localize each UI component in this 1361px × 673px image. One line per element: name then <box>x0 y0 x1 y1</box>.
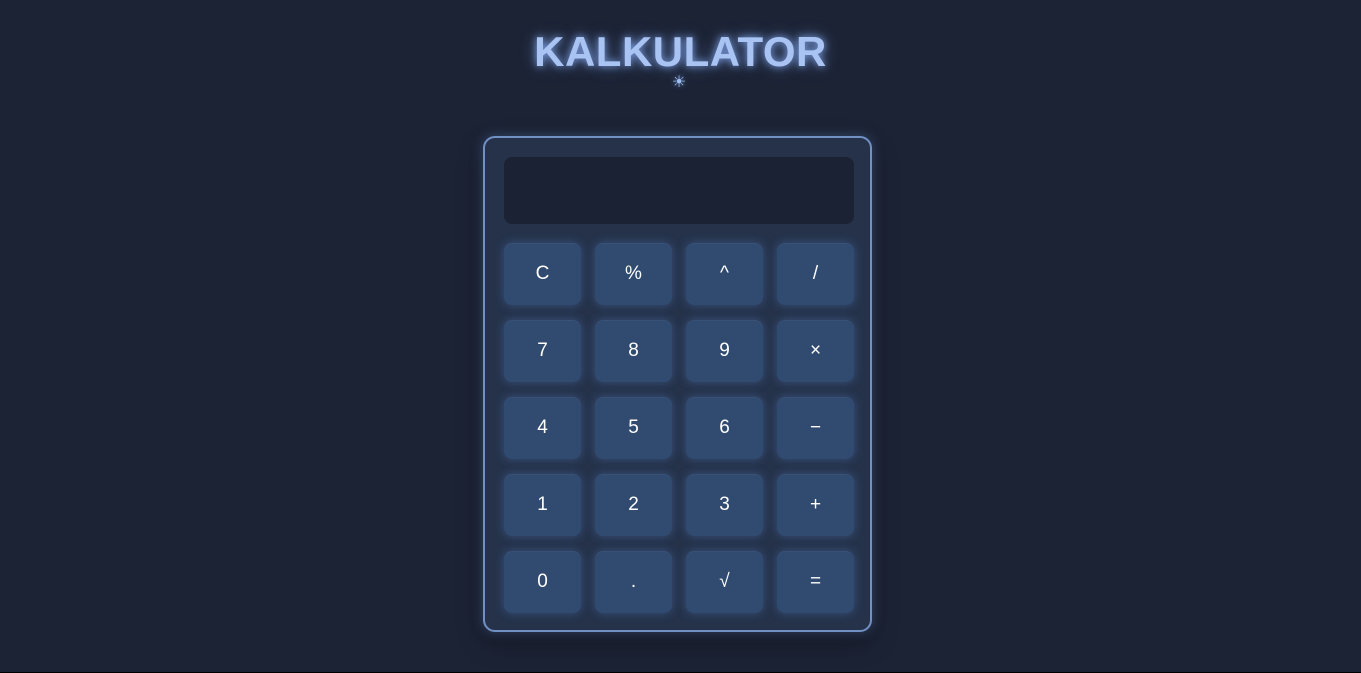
digit-7-button[interactable]: 7 <box>504 320 581 382</box>
page: KALKULATOR ☀ C % ^ / 7 8 9 × 4 5 6 − 1 2… <box>0 0 1361 673</box>
subtract-button[interactable]: − <box>777 397 854 459</box>
digit-8-button[interactable]: 8 <box>595 320 672 382</box>
digit-9-button[interactable]: 9 <box>686 320 763 382</box>
decimal-button[interactable]: . <box>595 551 672 613</box>
digit-5-button[interactable]: 5 <box>595 397 672 459</box>
page-title: KALKULATOR <box>534 28 827 75</box>
sun-icon[interactable]: ☀ <box>670 74 688 92</box>
digit-6-button[interactable]: 6 <box>686 397 763 459</box>
digit-0-button[interactable]: 0 <box>504 551 581 613</box>
percent-button[interactable]: % <box>595 243 672 305</box>
power-button[interactable]: ^ <box>686 243 763 305</box>
equals-button[interactable]: = <box>777 551 854 613</box>
digit-3-button[interactable]: 3 <box>686 474 763 536</box>
sqrt-button[interactable]: √ <box>686 551 763 613</box>
add-button[interactable]: + <box>777 474 854 536</box>
calculator-display <box>504 157 854 224</box>
clear-button[interactable]: C <box>504 243 581 305</box>
digit-1-button[interactable]: 1 <box>504 474 581 536</box>
digit-4-button[interactable]: 4 <box>504 397 581 459</box>
digit-2-button[interactable]: 2 <box>595 474 672 536</box>
multiply-button[interactable]: × <box>777 320 854 382</box>
calculator: C % ^ / 7 8 9 × 4 5 6 − 1 2 3 + 0 . √ = <box>483 136 872 632</box>
divide-button[interactable]: / <box>777 243 854 305</box>
